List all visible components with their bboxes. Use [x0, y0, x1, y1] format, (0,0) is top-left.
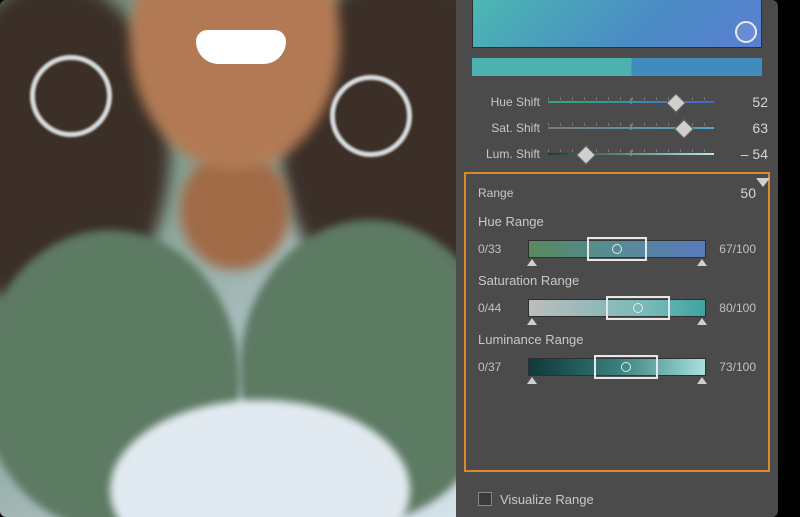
hue-range-control: 0/33 67/100 — [478, 235, 756, 263]
saturation-range-bar[interactable] — [528, 296, 706, 320]
hue-range-bar[interactable] — [528, 237, 706, 261]
hue-shift-value[interactable]: 52 — [714, 94, 768, 110]
sat-shift-slider[interactable] — [548, 121, 714, 135]
luminance-range-stop-left[interactable] — [527, 377, 537, 384]
saturation-range-stop-right[interactable] — [697, 318, 707, 325]
sat-shift-value[interactable]: 63 — [714, 120, 768, 136]
hue-shift-label: Hue Shift — [466, 95, 548, 109]
window-edge — [778, 0, 800, 517]
range-section-highlight: Range 50 Hue Range 0/33 — [464, 172, 770, 472]
visualize-range-checkbox[interactable] — [478, 492, 492, 506]
hue-range-right: 67/100 — [706, 242, 756, 256]
saturation-range-control: 0/44 80/100 — [478, 294, 756, 322]
lum-shift-value[interactable]: – 54 — [714, 146, 768, 162]
saturation-range-stop-left[interactable] — [527, 318, 537, 325]
range-collapse-icon[interactable] — [756, 178, 770, 187]
lum-shift-label: Lum. Shift — [466, 147, 548, 161]
sat-shift-row: Sat. Shift 63 — [466, 116, 768, 140]
saturation-range-right: 80/100 — [706, 301, 756, 315]
hue-range-title: Hue Range — [478, 214, 756, 229]
hue-shift-row: Hue Shift 52 — [466, 90, 768, 114]
color-adjust-panel: Hue Shift 52 Sat. Shift 63 — [456, 0, 778, 517]
color-picker-dot-icon[interactable] — [735, 21, 757, 43]
color-swatch-strip[interactable] — [472, 58, 762, 76]
sat-shift-label: Sat. Shift — [466, 121, 548, 135]
range-slider[interactable] — [538, 186, 720, 200]
hue-range-stop-right[interactable] — [697, 259, 707, 266]
hue-range-left: 0/33 — [478, 242, 528, 256]
range-value[interactable]: 50 — [724, 185, 756, 201]
luminance-range-title: Luminance Range — [478, 332, 756, 347]
hue-range-stop-left[interactable] — [527, 259, 537, 266]
saturation-range-left: 0/44 — [478, 301, 528, 315]
luminance-range-right: 73/100 — [706, 360, 756, 374]
visualize-range-label: Visualize Range — [500, 492, 594, 507]
luminance-range-bar[interactable] — [528, 355, 706, 379]
hue-shift-slider[interactable] — [548, 95, 714, 109]
lum-shift-row: Lum. Shift – 54 — [466, 142, 768, 166]
luminance-range-left: 0/37 — [478, 360, 528, 374]
visualize-range-row: Visualize Range — [478, 487, 594, 511]
color-swatch-preview[interactable] — [472, 0, 762, 48]
lum-shift-slider[interactable] — [548, 147, 714, 161]
luminance-range-control: 0/37 73/100 — [478, 353, 756, 381]
range-label: Range — [478, 186, 534, 200]
luminance-range-stop-right[interactable] — [697, 377, 707, 384]
range-row: Range 50 — [478, 182, 756, 204]
saturation-range-title: Saturation Range — [478, 273, 756, 288]
image-preview — [0, 0, 456, 517]
